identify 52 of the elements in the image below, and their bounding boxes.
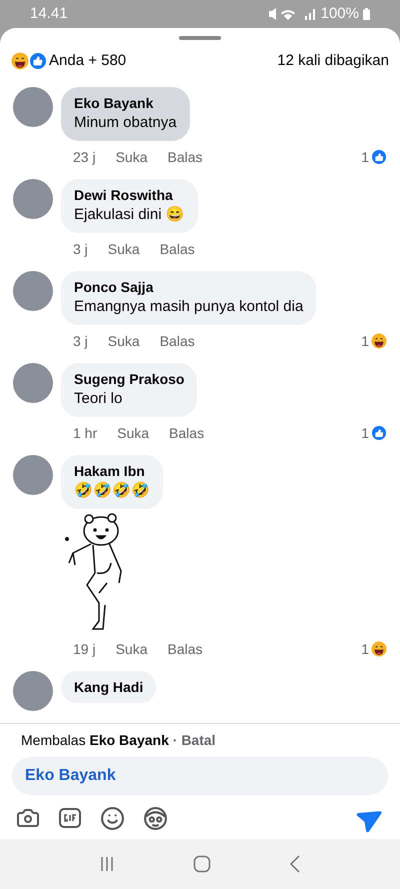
- commenter-name[interactable]: Sugeng Prakoso: [74, 370, 184, 388]
- battery-percent: 100%: [320, 4, 359, 24]
- comment-time: 3 j: [73, 240, 88, 259]
- comment-text: Minum obatnya: [74, 112, 177, 132]
- commenter-name[interactable]: Dewi Roswitha: [74, 186, 185, 204]
- like-link[interactable]: Suka: [117, 422, 150, 444]
- camera-icon[interactable]: [16, 806, 40, 830]
- comment-time: 1 hr: [73, 424, 98, 442]
- comment-time: 23 j: [73, 148, 96, 167]
- comment-time: 19 j: [73, 640, 96, 659]
- drag-handle[interactable]: [179, 36, 221, 40]
- commenter-name[interactable]: Hakam Ibn: [74, 462, 150, 480]
- commenter-name[interactable]: Ponco Sajja: [74, 278, 304, 296]
- reaction-count: 1: [361, 640, 369, 658]
- avatar[interactable]: [13, 178, 53, 218]
- reaction-summary[interactable]: Anda + 580: [49, 50, 126, 72]
- comment-input-field[interactable]: Eko Bayank: [12, 757, 388, 795]
- share-count[interactable]: 12 kali dibagikan: [277, 50, 389, 72]
- like-link[interactable]: Suka: [116, 638, 148, 660]
- avatar[interactable]: [13, 270, 53, 310]
- reply-link[interactable]: Balas: [160, 238, 195, 260]
- reaction-count: 1: [361, 148, 369, 166]
- avatar-sticker-icon[interactable]: [143, 806, 168, 830]
- like-link[interactable]: Suka: [116, 146, 148, 168]
- commenter-name[interactable]: Kang Hadi: [74, 678, 144, 696]
- comment-text: 🤣🤣🤣🤣: [74, 480, 150, 500]
- avatar[interactable]: [13, 362, 53, 402]
- reply-link[interactable]: Balas: [160, 330, 195, 352]
- home-icon[interactable]: [193, 855, 211, 873]
- avatar[interactable]: [13, 86, 53, 126]
- comment-text: Emangnya masih punya kontol dia: [74, 296, 304, 316]
- comment-text: Ejakulasi dini 😄: [74, 204, 185, 224]
- reaction-count: 1: [361, 332, 369, 350]
- comment-text: Teori lo: [74, 388, 124, 408]
- replying-to-text: Membalas Eko Bayank · Batal: [20, 731, 217, 750]
- like-link[interactable]: Suka: [108, 238, 140, 260]
- reply-link[interactable]: Balas: [168, 146, 203, 168]
- signal-icons: [268, 8, 317, 20]
- avatar[interactable]: [13, 454, 53, 494]
- battery-icon: [363, 8, 370, 20]
- commenter-name[interactable]: Eko Bayank: [74, 94, 177, 112]
- emoji-icon[interactable]: [100, 806, 125, 830]
- comment-time: 3 j: [73, 332, 88, 351]
- reply-link[interactable]: Balas: [169, 422, 204, 444]
- avatar[interactable]: [13, 670, 53, 710]
- recent-apps-icon[interactable]: [99, 856, 115, 872]
- gif-icon[interactable]: [58, 806, 82, 830]
- reaction-count: 1: [361, 424, 369, 442]
- clock: 14.41: [30, 4, 68, 24]
- reply-link[interactable]: Balas: [168, 638, 203, 660]
- like-link[interactable]: Suka: [108, 330, 140, 352]
- back-icon[interactable]: [289, 855, 301, 873]
